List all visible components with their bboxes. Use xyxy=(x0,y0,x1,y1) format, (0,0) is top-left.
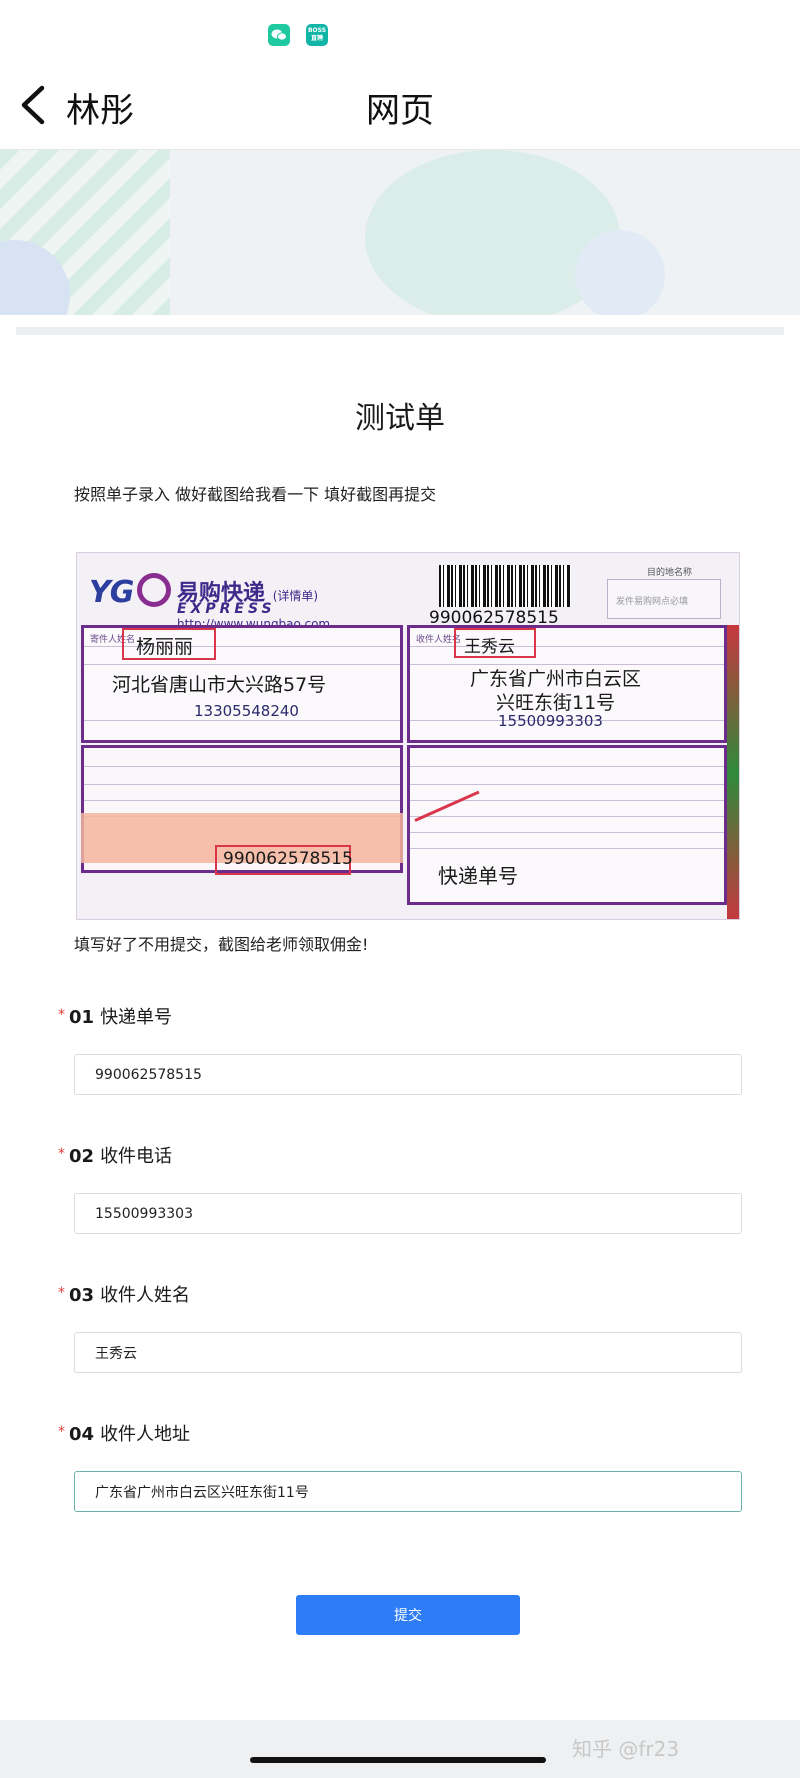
recipient-panel: 收件人姓名 王秀云 广东省广州市白云区 兴旺东街11号 15500993303 xyxy=(407,625,727,743)
watermark: 知乎 @fr23 xyxy=(572,1737,680,1761)
back-button[interactable] xyxy=(16,80,56,130)
question-label-phone: * 02 收件电话 xyxy=(58,1142,172,1168)
recipient-phone-input[interactable] xyxy=(74,1193,742,1234)
recipient-address-input[interactable] xyxy=(74,1471,742,1512)
recipient-name-input[interactable] xyxy=(74,1332,742,1373)
question-label-name: * 03 收件人姓名 xyxy=(58,1281,190,1307)
destination-label: 目的地名称 xyxy=(647,568,693,578)
contact-name: 林彤 xyxy=(66,91,134,131)
sender-phone: 13305548240 xyxy=(194,702,299,720)
sender-panel: 寄件人姓名 杨丽丽 河北省唐山市大兴路57号 13305548240 xyxy=(81,625,403,743)
wechat-icon xyxy=(268,24,290,46)
bottom-bar xyxy=(0,1720,800,1778)
waybill-side-stripe xyxy=(727,625,739,919)
question-number: 03 xyxy=(69,1285,95,1306)
question-text: 收件人地址 xyxy=(100,1424,191,1445)
tracking-number-input[interactable] xyxy=(74,1054,742,1095)
sender-address: 河北省唐山市大兴路57号 xyxy=(112,674,327,696)
form-description: 按照单子录入 做好截图给我看一下 填好截图再提交 xyxy=(74,485,437,504)
banner-decoration xyxy=(575,230,665,315)
waybill-logo: YG xyxy=(89,575,134,610)
question-text: 收件电话 xyxy=(100,1146,173,1167)
divider xyxy=(16,327,784,335)
tracking-number-bottom: 990062578515 xyxy=(223,849,353,869)
home-indicator[interactable] xyxy=(250,1757,546,1763)
submit-button[interactable]: 提交 xyxy=(296,1595,520,1635)
status-bar: BOSS 直聘 xyxy=(0,0,800,60)
waybill-image: YG 易购快递 (详情单) EXPRESS http://www.wungbao… xyxy=(76,552,740,920)
question-text: 快递单号 xyxy=(100,1007,173,1028)
chevron-left-icon xyxy=(21,85,45,125)
sender-name: 杨丽丽 xyxy=(136,636,194,658)
tracking-annotation: 快递单号 xyxy=(438,864,518,888)
header-banner xyxy=(0,150,800,315)
recipient-phone: 15500993303 xyxy=(498,712,603,730)
question-number: 04 xyxy=(69,1424,95,1445)
recipient-name: 王秀云 xyxy=(464,637,515,657)
waybill-logo-ring xyxy=(137,573,171,607)
question-number: 02 xyxy=(69,1146,95,1167)
question-text: 收件人姓名 xyxy=(100,1285,191,1306)
payment-panel: 快递单号 xyxy=(407,745,727,905)
nav-bar: 林彤 网页 xyxy=(0,60,800,150)
destination-note: 发件易购网点必填 xyxy=(616,597,689,607)
required-mark: * xyxy=(58,1285,65,1301)
question-label-tracking: * 01 快递单号 xyxy=(58,1003,172,1029)
destination-box: 发件易购网点必填 xyxy=(607,579,721,619)
boss-app-icon: BOSS 直聘 xyxy=(306,24,328,46)
question-label-address: * 04 收件人地址 xyxy=(58,1420,190,1446)
recipient-address-line1: 广东省广州市白云区 xyxy=(470,668,642,690)
instruction-note: 填写好了不用提交，截图给老师领取佣金! xyxy=(74,935,369,954)
required-mark: * xyxy=(58,1007,65,1023)
waybill-express: EXPRESS xyxy=(177,601,276,617)
required-mark: * xyxy=(58,1424,65,1440)
form-title: 测试单 xyxy=(355,401,445,436)
question-number: 01 xyxy=(69,1007,95,1028)
barcode xyxy=(439,565,571,607)
recipient-address-line2: 兴旺东街11号 xyxy=(496,692,616,714)
required-mark: * xyxy=(58,1146,65,1162)
